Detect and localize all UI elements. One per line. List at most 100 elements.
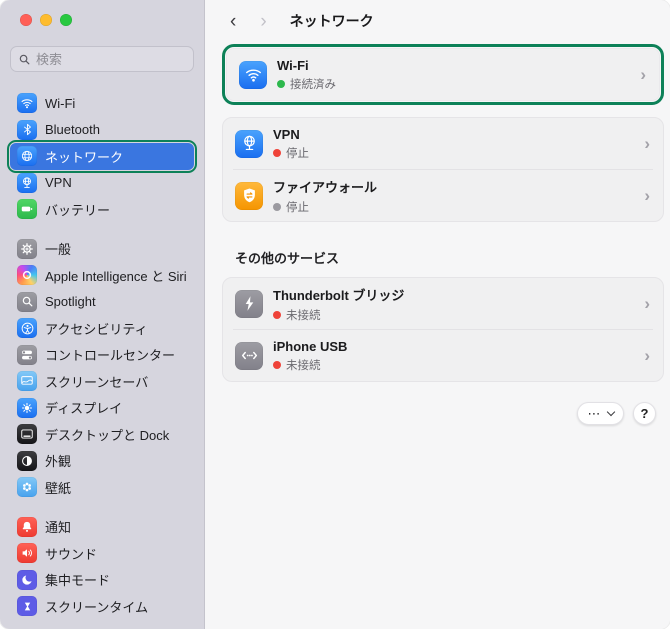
status-text: 未接続: [286, 309, 321, 322]
sidebar-item-control-center[interactable]: コントロールセンター: [10, 342, 194, 369]
sidebar-item-label: スクリーンタイム: [45, 599, 149, 615]
sidebar-item-label: Wi-Fi: [45, 95, 76, 111]
network-pane: ‹ › ネットワーク Wi-Fi 接続済み › VPN 停止 › ファイアウォー…: [205, 0, 670, 629]
sidebar-item-label: デスクトップと Dock: [45, 427, 170, 443]
wallpaper-flower-icon: [17, 477, 37, 498]
vpn-globe-icon: [17, 172, 37, 193]
sidebar-item-label: ディスプレイ: [45, 401, 123, 417]
sidebar: Wi-Fi Bluetooth ネットワーク: [0, 0, 205, 629]
wifi-icon: [239, 60, 267, 89]
more-options-button[interactable]: ⋯: [577, 402, 624, 425]
row-title: Wi-Fi: [277, 57, 309, 73]
speaker-icon: [17, 543, 37, 564]
other-services-card: Thunderbolt ブリッジ 未接続 › iPhone USB 未接続 ›: [222, 277, 664, 382]
globe-icon: [17, 146, 37, 167]
chevron-right-icon: ›: [644, 294, 650, 313]
sidebar-item-label: Spotlight: [45, 294, 96, 310]
thunderbolt-bridge-row[interactable]: Thunderbolt ブリッジ 未接続 ›: [223, 278, 663, 329]
system-settings-window: Wi-Fi Bluetooth ネットワーク: [0, 0, 670, 629]
firewall-row[interactable]: ファイアウォール 停止 ›: [223, 170, 663, 221]
sidebar-item-label: 一般: [45, 242, 72, 258]
row-title: Thunderbolt ブリッジ: [273, 287, 405, 303]
wifi-icon: [17, 93, 37, 114]
sidebar-nav: Wi-Fi Bluetooth ネットワーク VPN バッテリー 一般 Appl…: [7, 90, 197, 620]
status-text: 停止: [286, 201, 309, 214]
status-dot-gray: [273, 202, 281, 211]
hourglass-icon: [17, 596, 37, 617]
sidebar-item-label: スクリーンセーバ: [45, 374, 149, 390]
chevron-down-icon: [606, 407, 615, 417]
sidebar-item-notifications[interactable]: 通知: [10, 514, 194, 541]
status-text: 停止: [286, 147, 309, 160]
traffic-lights: [10, 0, 194, 26]
iphone-usb-row[interactable]: iPhone USB 未接続 ›: [223, 330, 663, 381]
status-dot-red: [273, 360, 281, 369]
help-label: ?: [640, 406, 649, 421]
sidebar-item-label: コントロールセンター: [45, 348, 176, 364]
sidebar-item-bluetooth[interactable]: Bluetooth: [10, 117, 194, 144]
sidebar-item-label: 外観: [45, 454, 72, 470]
sidebar-item-spotlight[interactable]: Spotlight: [10, 289, 194, 316]
magnifier-icon: [17, 291, 37, 312]
firewall-shield-icon: [235, 181, 263, 210]
sidebar-item-label: 壁紙: [45, 480, 72, 496]
sidebar-item-label: バッテリー: [45, 202, 111, 218]
bell-icon: [17, 516, 37, 537]
search-icon: [18, 53, 31, 66]
maximize-button[interactable]: [60, 14, 72, 26]
wifi-row[interactable]: Wi-Fi 接続済み ›: [227, 49, 659, 100]
minimize-button[interactable]: [40, 14, 52, 26]
chevron-right-icon: ›: [644, 134, 650, 153]
status-text: 接続済み: [290, 78, 336, 91]
sidebar-item-network[interactable]: ネットワーク: [7, 140, 197, 173]
sidebar-item-desktop-dock[interactable]: デスクトップと Dock: [10, 421, 194, 448]
forward-button[interactable]: ›: [260, 12, 266, 31]
siri-icon: [17, 265, 37, 286]
chevron-right-icon: ›: [640, 65, 646, 84]
pane-header: ‹ › ネットワーク: [205, 0, 670, 42]
search-input[interactable]: [36, 51, 186, 67]
accessibility-icon: [17, 318, 37, 339]
wifi-card: Wi-Fi 接続済み ›: [226, 48, 660, 101]
chevron-right-icon: ›: [644, 346, 650, 365]
sidebar-item-screensaver[interactable]: スクリーンセーバ: [10, 368, 194, 395]
sidebar-item-vpn[interactable]: VPN: [10, 170, 194, 197]
sidebar-item-label: サウンド: [45, 546, 98, 562]
sidebar-item-battery[interactable]: バッテリー: [10, 196, 194, 223]
chevron-right-icon: ›: [644, 186, 650, 205]
row-title: iPhone USB: [273, 338, 348, 354]
sidebar-item-accessibility[interactable]: アクセシビリティ: [10, 315, 194, 342]
sidebar-item-general[interactable]: 一般: [10, 236, 194, 263]
vpn-row[interactable]: VPN 停止 ›: [223, 118, 663, 169]
sidebar-item-label: ネットワーク: [45, 149, 124, 165]
sidebar-item-focus[interactable]: 集中モード: [10, 567, 194, 594]
sidebar-item-label: Bluetooth: [45, 122, 100, 138]
gear-icon: [17, 238, 37, 259]
sidebar-item-screen-time[interactable]: スクリーンタイム: [10, 593, 194, 620]
toggles-icon: [17, 344, 37, 365]
close-button[interactable]: [20, 14, 32, 26]
sidebar-item-sound[interactable]: サウンド: [10, 540, 194, 567]
moon-icon: [17, 569, 37, 590]
sidebar-item-appearance[interactable]: 外観: [10, 448, 194, 475]
thunderbolt-icon: [235, 289, 263, 318]
sidebar-item-wallpaper[interactable]: 壁紙: [10, 474, 194, 501]
sidebar-item-displays[interactable]: ディスプレイ: [10, 395, 194, 422]
sidebar-item-label: 通知: [45, 520, 72, 536]
status-dot-red: [273, 310, 281, 319]
vpn-globe-icon: [235, 129, 263, 158]
sidebar-item-apple-intelligence-siri[interactable]: Apple Intelligence と Siri: [10, 262, 194, 289]
sidebar-item-label: アクセシビリティ: [45, 321, 148, 337]
search-field[interactable]: [10, 46, 194, 72]
status-dot-green: [277, 79, 285, 88]
sidebar-item-wifi[interactable]: Wi-Fi: [10, 90, 194, 117]
vpn-firewall-card: VPN 停止 › ファイアウォール 停止 ›: [222, 117, 664, 222]
back-button[interactable]: ‹: [230, 12, 236, 31]
sidebar-item-label: VPN: [45, 175, 72, 191]
row-title: VPN: [273, 126, 300, 142]
screensaver-icon: [17, 371, 37, 392]
desktop-dock-icon: [17, 424, 37, 445]
status-text: 未接続: [286, 359, 321, 372]
annotation-box-wifi: Wi-Fi 接続済み ›: [222, 44, 664, 105]
help-button[interactable]: ?: [633, 402, 656, 425]
